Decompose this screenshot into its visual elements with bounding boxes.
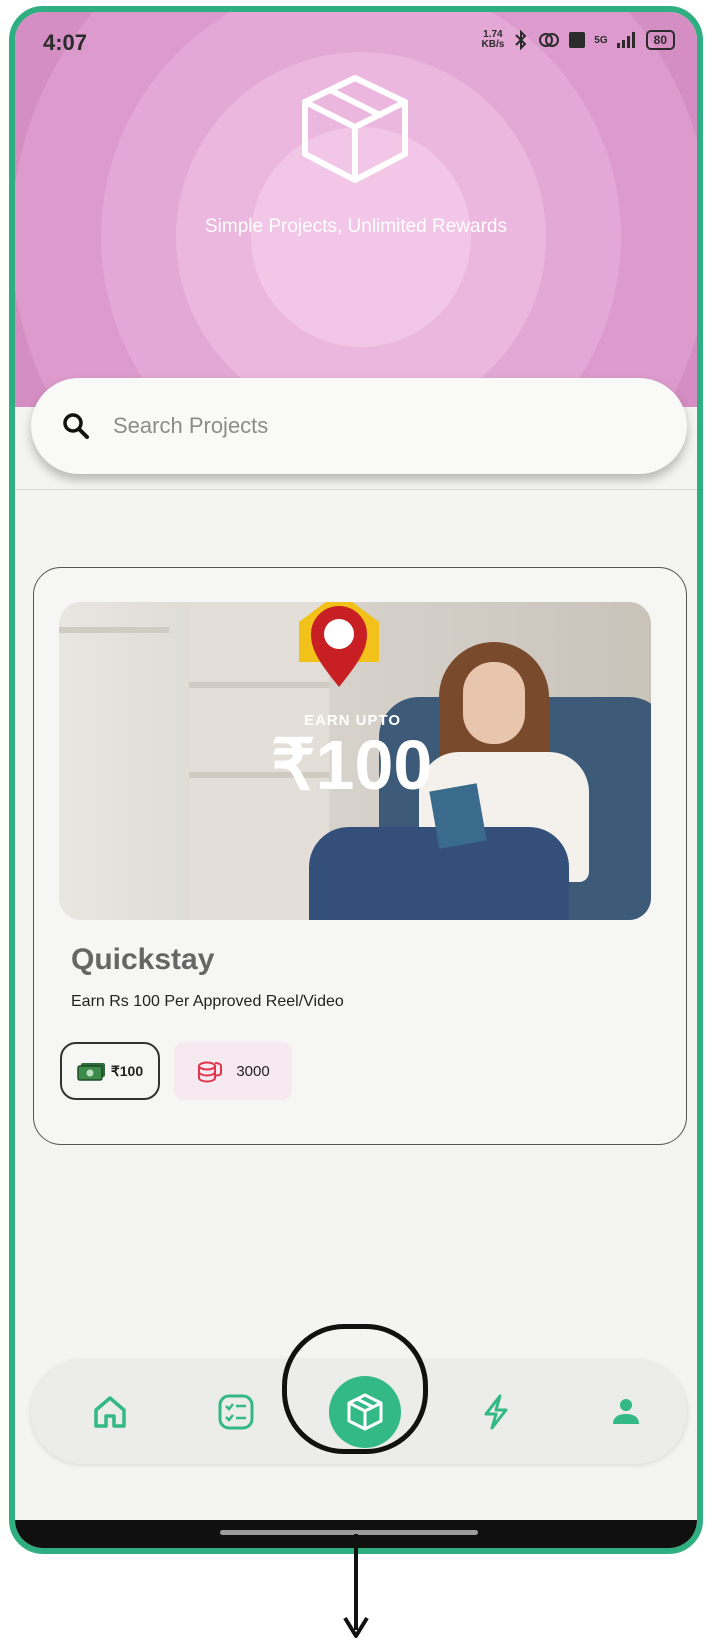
lightning-icon xyxy=(484,1394,508,1430)
project-card[interactable]: EARN UPTO ₹100 Quickstay Earn Rs 100 Per… xyxy=(33,567,687,1145)
hero-banner: 4:07 1.74 KB/s 5G 80 Simple Projects, Un… xyxy=(15,12,697,407)
status-time: 4:07 xyxy=(43,30,88,55)
link-icon xyxy=(539,33,560,47)
search-bar[interactable] xyxy=(31,378,687,474)
cash-icon xyxy=(77,1063,105,1081)
divider xyxy=(15,489,697,490)
volte-icon xyxy=(569,32,586,48)
coins-badge: 3000 xyxy=(174,1042,292,1100)
battery-indicator: 80 xyxy=(645,30,675,50)
reward-badge: ₹100 xyxy=(60,1042,160,1100)
bluetooth-icon xyxy=(515,30,527,50)
coins-icon xyxy=(198,1061,223,1083)
home-icon xyxy=(94,1396,126,1428)
project-description: Earn Rs 100 Per Approved Reel/Video xyxy=(71,993,344,1010)
net-speed: 1.74 KB/s xyxy=(481,29,505,50)
highlight-circle xyxy=(282,1324,428,1454)
search-input[interactable] xyxy=(111,412,595,440)
project-banner-image[interactable]: EARN UPTO ₹100 xyxy=(59,602,651,920)
nav-tasks[interactable] xyxy=(201,1360,271,1464)
checklist-icon xyxy=(218,1394,254,1430)
package-box-icon xyxy=(302,75,408,183)
network-type: 5G xyxy=(594,34,608,46)
arrow-down-icon xyxy=(343,1534,369,1638)
status-icons: 1.74 KB/s 5G 80 xyxy=(481,29,675,50)
phone-frame: 4:07 1.74 KB/s 5G 80 Simple Projects, Un… xyxy=(9,6,703,1554)
user-icon xyxy=(613,1399,639,1424)
hero-tagline: Simple Projects, Unlimited Rewards xyxy=(205,216,507,237)
nav-home[interactable] xyxy=(75,1360,145,1464)
search-icon xyxy=(63,413,89,439)
reward-amount: ₹100 xyxy=(110,1062,144,1079)
project-title: Quickstay xyxy=(71,943,215,976)
app-screen: 4:07 1.74 KB/s 5G 80 Simple Projects, Un… xyxy=(15,12,697,1548)
status-bar: 4:07 1.74 KB/s 5G 80 xyxy=(15,12,697,72)
nav-activity[interactable] xyxy=(461,1360,531,1464)
nav-profile[interactable] xyxy=(591,1360,661,1464)
signal-icon xyxy=(616,32,635,48)
banner-amount: ₹100 xyxy=(271,726,433,804)
coins-value: 3000 xyxy=(236,1062,270,1080)
location-pin-icon xyxy=(299,602,379,687)
